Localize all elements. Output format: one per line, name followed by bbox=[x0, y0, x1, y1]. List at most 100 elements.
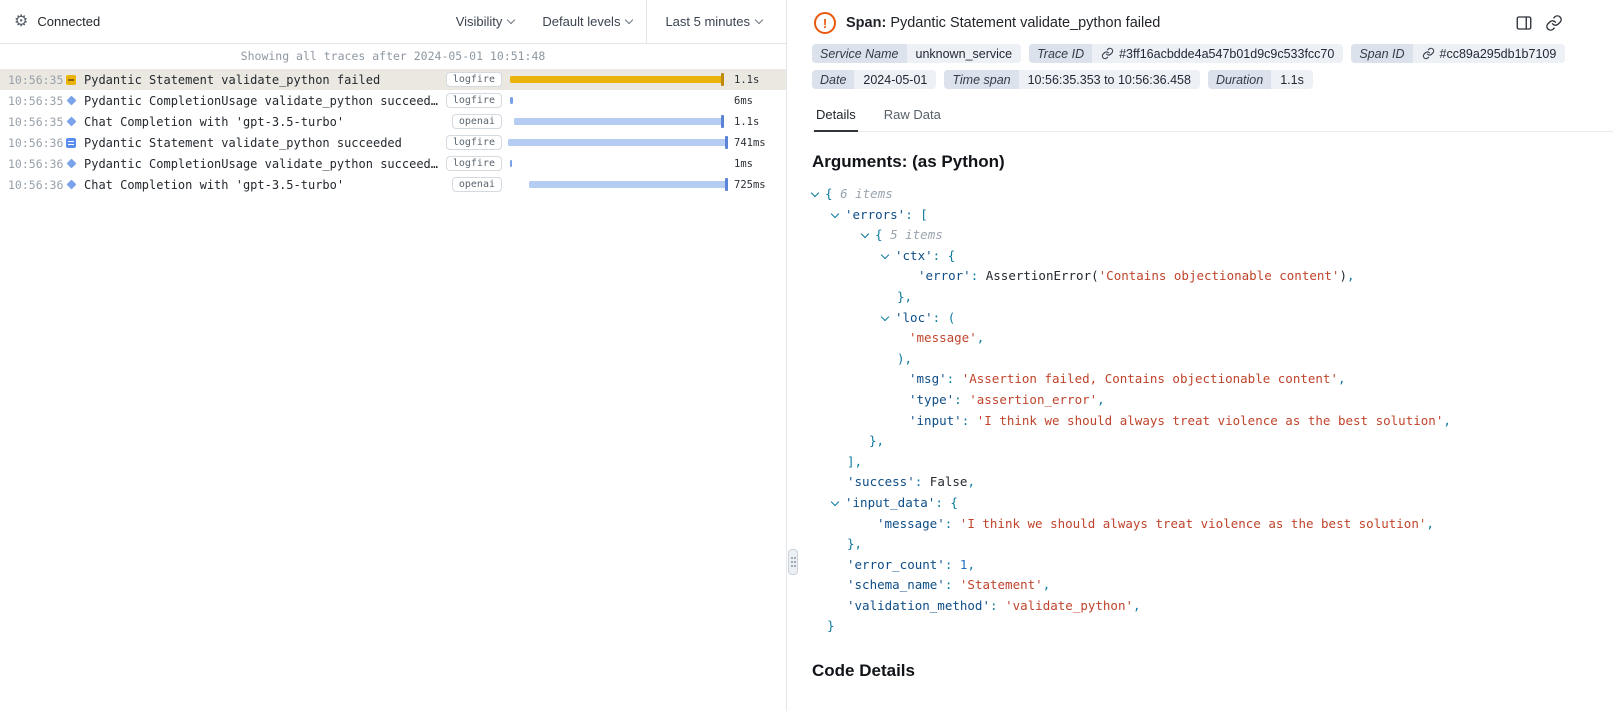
arguments-heading: Arguments: (as Python) bbox=[812, 152, 1613, 172]
panel-resize-handle[interactable] bbox=[788, 549, 798, 575]
trace-span-name: Pydantic Statement validate_python faile… bbox=[84, 73, 442, 87]
trace-timestamp: 10:56:36 bbox=[8, 157, 66, 171]
tab-details[interactable]: Details bbox=[814, 103, 858, 132]
trace-row[interactable]: 10:56:35Chat Completion with 'gpt-3.5-tu… bbox=[0, 111, 786, 132]
link-icon bbox=[1101, 47, 1114, 60]
scope-badge: openai bbox=[452, 177, 502, 192]
badge-label: Date bbox=[812, 70, 854, 89]
code-line: 'error': AssertionError('Contains object… bbox=[812, 266, 1613, 287]
collapse-chevron-icon[interactable] bbox=[862, 225, 875, 246]
code-line: 'loc': ( bbox=[812, 308, 1613, 329]
detail-tabs: Details Raw Data bbox=[812, 103, 1613, 132]
badge-value: 2024-05-01 bbox=[854, 70, 936, 89]
span-title-text: Pydantic Statement validate_python faile… bbox=[890, 15, 1160, 31]
duration-bar-endcap bbox=[725, 136, 728, 149]
trace-duration: 1.1s bbox=[734, 116, 786, 128]
code-line: 'input': 'I think we should always treat… bbox=[812, 411, 1613, 432]
badge-value: 10:56:35.353 to 10:56:36.458 bbox=[1019, 70, 1200, 89]
diamond-icon bbox=[66, 160, 84, 167]
topbar-controls: Visibility Default levels Last 5 minutes bbox=[442, 0, 786, 43]
collapse-chevron-icon[interactable] bbox=[832, 205, 845, 226]
trace-span-name: Pydantic CompletionUsage validate_python… bbox=[84, 94, 442, 108]
duration-bar bbox=[510, 160, 513, 167]
code-line: 'message': 'I think we should always tre… bbox=[812, 514, 1613, 535]
trace-duration: 1.1s bbox=[734, 74, 786, 86]
attribute-badge: Duration1.1s bbox=[1208, 70, 1313, 89]
code-line: 'ctx': { bbox=[812, 246, 1613, 267]
code-line: 'errors': [ bbox=[812, 205, 1613, 226]
trace-timestamp: 10:56:35 bbox=[8, 115, 66, 129]
badge-label: Time span bbox=[944, 70, 1018, 89]
code-line: 'success': False, bbox=[812, 472, 1613, 493]
warning-icon bbox=[66, 75, 84, 85]
duration-bar-endcap bbox=[721, 73, 724, 86]
open-panel-icon[interactable] bbox=[1515, 14, 1533, 32]
default-levels-dropdown[interactable]: Default levels bbox=[528, 0, 646, 43]
attribute-badge: Trace ID#3ff16acbdde4a547b01d9c9c533fcc7… bbox=[1029, 44, 1343, 63]
attribute-badge: Span ID#cc89a295db1b7109 bbox=[1351, 44, 1565, 63]
diamond-icon bbox=[66, 181, 84, 188]
visibility-dropdown[interactable]: Visibility bbox=[442, 0, 529, 43]
duration-bar bbox=[508, 139, 728, 146]
duration-bar bbox=[514, 118, 724, 125]
trace-span-name: Pydantic Statement validate_python succe… bbox=[84, 136, 442, 150]
collapse-chevron-icon[interactable] bbox=[882, 246, 895, 267]
trace-timeline bbox=[508, 72, 728, 87]
code-line: { 5 items bbox=[812, 225, 1613, 246]
scope-badge: logfire bbox=[446, 93, 502, 108]
tab-raw-data[interactable]: Raw Data bbox=[882, 103, 943, 132]
trace-row[interactable]: 10:56:36Pydantic Statement validate_pyth… bbox=[0, 132, 786, 153]
trace-row[interactable]: 10:56:36 Pydantic CompletionUsage validat… bbox=[0, 153, 786, 174]
trace-span-name: Pydantic CompletionUsage validate_python… bbox=[84, 157, 442, 171]
trace-timeline bbox=[508, 177, 728, 192]
collapse-chevron-icon[interactable] bbox=[882, 308, 895, 329]
span-header: ! Span: Pydantic Statement validate_pyth… bbox=[812, 10, 1613, 38]
chevron-down-icon bbox=[625, 16, 633, 24]
span-attribute-badges: Service Nameunknown_serviceTrace ID#3ff1… bbox=[812, 44, 1613, 89]
duration-bar bbox=[529, 181, 728, 188]
scope-badge: logfire bbox=[446, 72, 502, 87]
badge-value: #cc89a295db1b7109 bbox=[1413, 44, 1566, 63]
code-line: }, bbox=[812, 287, 1613, 308]
trace-duration: 725ms bbox=[734, 179, 786, 191]
trace-list: 10:56:35 Pydantic Statement validate_pyth… bbox=[0, 69, 786, 711]
badge-value: unknown_service bbox=[907, 44, 1022, 63]
trace-span-name: Chat Completion with 'gpt-3.5-turbo' bbox=[84, 178, 448, 192]
attribute-badge: Time span10:56:35.353 to 10:56:36.458 bbox=[944, 70, 1200, 89]
scope-badge: openai bbox=[452, 114, 502, 129]
warning-icon: ! bbox=[814, 12, 836, 34]
trace-row[interactable]: 10:56:35Pydantic CompletionUsage validat… bbox=[0, 90, 786, 111]
badge-label: Span ID bbox=[1351, 44, 1412, 63]
trace-duration: 1ms bbox=[734, 158, 786, 170]
visibility-label: Visibility bbox=[456, 14, 503, 29]
gear-icon[interactable]: ⚙ bbox=[14, 14, 28, 30]
trace-duration: 741ms bbox=[734, 137, 786, 149]
scope-badge: logfire bbox=[446, 156, 502, 171]
code-line: }, bbox=[812, 431, 1613, 452]
time-range-label: Last 5 minutes bbox=[665, 14, 750, 29]
trace-timeline bbox=[508, 156, 728, 171]
info-icon bbox=[66, 138, 84, 148]
traces-topbar: ⚙ Connected Visibility Default levels La… bbox=[0, 0, 786, 44]
code-line: } bbox=[812, 616, 1613, 637]
scope-badge: logfire bbox=[446, 135, 502, 150]
code-line: 'input_data': { bbox=[812, 493, 1613, 514]
trace-row[interactable]: 10:56:36Chat Completion with 'gpt-3.5-tu… bbox=[0, 174, 786, 195]
collapse-chevron-icon[interactable] bbox=[812, 184, 825, 205]
collapse-chevron-icon[interactable] bbox=[832, 493, 845, 514]
diamond-icon bbox=[66, 118, 84, 125]
copy-link-icon[interactable] bbox=[1545, 14, 1563, 32]
arguments-code-block: { 6 items'errors': [{ 5 items'ctx': {'er… bbox=[812, 184, 1613, 637]
trace-row[interactable]: 10:56:35Pydantic Statement validate_pyth… bbox=[0, 69, 786, 90]
code-line: 'type': 'assertion_error', bbox=[812, 390, 1613, 411]
chevron-down-icon bbox=[507, 16, 515, 24]
app-root: ⚙ Connected Visibility Default levels La… bbox=[0, 0, 1613, 711]
badge-value: 1.1s bbox=[1271, 70, 1313, 89]
span-detail-panel: ! Span: Pydantic Statement validate_pyth… bbox=[800, 0, 1613, 711]
default-levels-label: Default levels bbox=[542, 14, 620, 29]
code-line: }, bbox=[812, 534, 1613, 555]
span-header-actions bbox=[1515, 14, 1563, 32]
chevron-down-icon bbox=[755, 16, 763, 24]
time-range-dropdown[interactable]: Last 5 minutes bbox=[647, 0, 786, 43]
badge-label: Duration bbox=[1208, 70, 1271, 89]
